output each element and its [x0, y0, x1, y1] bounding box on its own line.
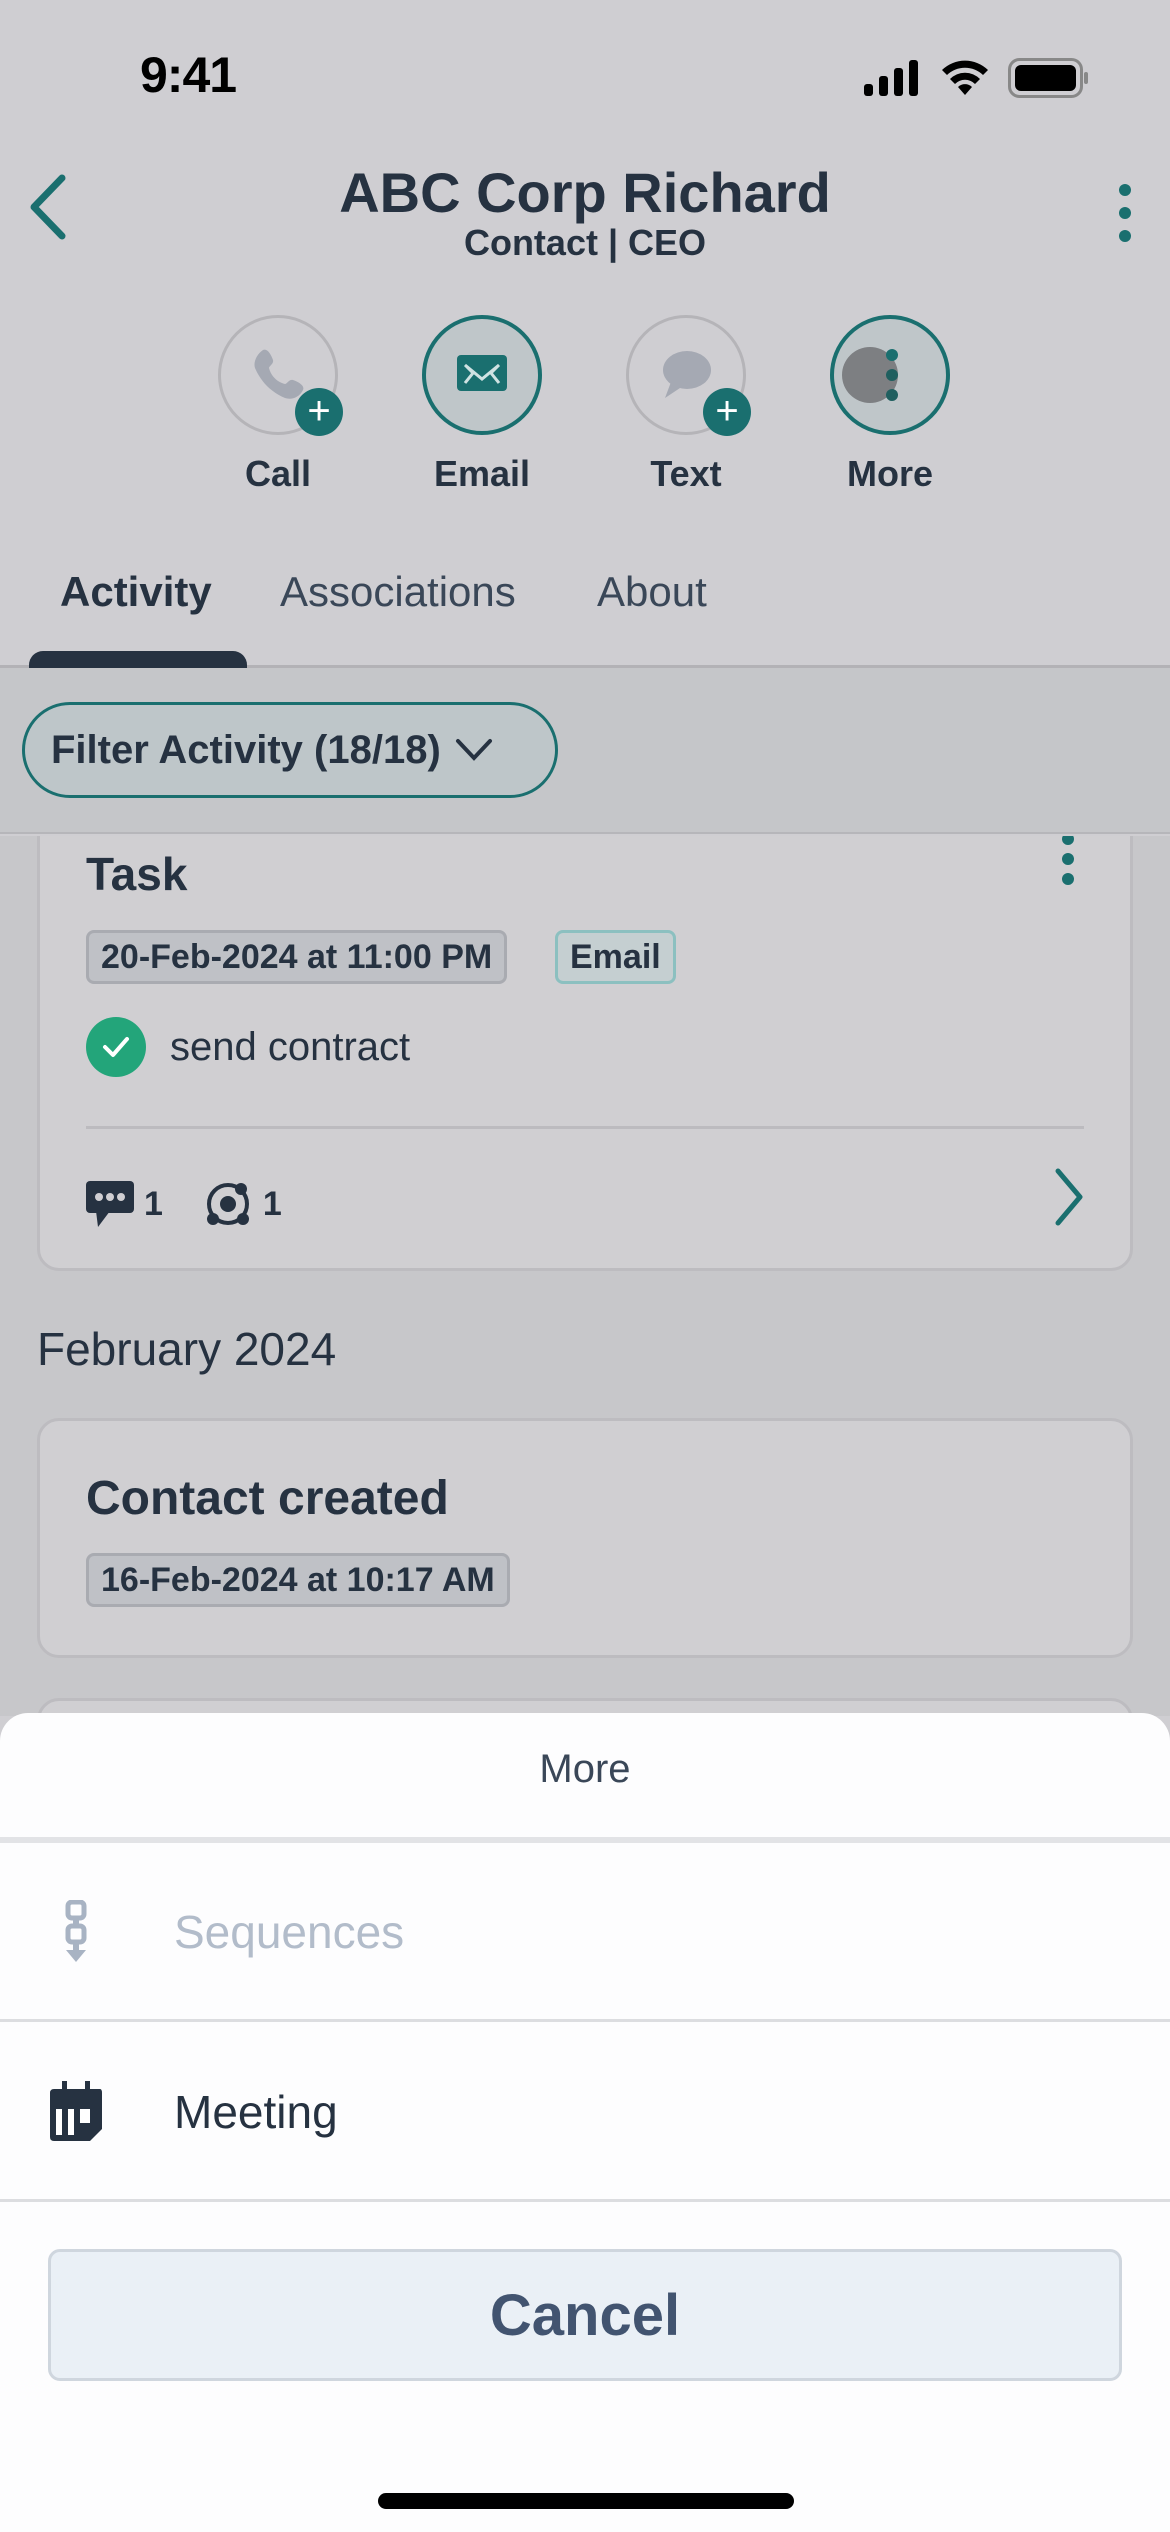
vertical-dots-icon [1119, 184, 1131, 242]
calendar-icon [46, 2081, 106, 2143]
call-action-label: Call [244, 453, 312, 494]
meeting-label: Meeting [174, 2086, 338, 2138]
tab-activity[interactable]: Activity [60, 568, 212, 616]
wifi-icon [942, 60, 988, 95]
status-time: 9:41 [140, 47, 237, 103]
filter-activity-label: Filter Activity (18/18) [51, 727, 441, 772]
month-section-header: February 2024 [37, 1323, 337, 1375]
task-card-counts: 1 1 [86, 1179, 282, 1229]
sheet-item-sequences[interactable]: Sequences [0, 1843, 1170, 2021]
contact-created-date-chip: 16-Feb-2024 at 10:17 AM [86, 1553, 510, 1607]
task-activity-card[interactable]: Task 20-Feb-2024 at 11:00 PM Email send … [37, 836, 1133, 1271]
filter-activity-button[interactable]: Filter Activity (18/18) [22, 702, 558, 798]
task-item: send contract [86, 1017, 410, 1077]
contact-created-title: Contact created [86, 1472, 449, 1525]
chat-bubble-icon [663, 351, 711, 398]
task-text: send contract [170, 1024, 411, 1069]
more-action-button[interactable]: More [810, 315, 970, 495]
vertical-dots-icon [1062, 836, 1074, 885]
chevron-down-icon [455, 739, 492, 761]
more-actions-sheet: More Sequences Meeting Cancel [0, 1713, 1170, 2532]
card-divider [86, 1126, 1084, 1129]
activity-feed[interactable]: Task 20-Feb-2024 at 11:00 PM Email send … [0, 836, 1170, 1716]
sequences-label: Sequences [174, 1906, 405, 1958]
filter-bar: Filter Activity (18/18) [0, 668, 1170, 834]
checkmark-icon [103, 1037, 129, 1057]
add-plus-icon: + [703, 388, 751, 436]
call-action-circle: + [218, 315, 343, 436]
email-action-button[interactable]: Email [402, 315, 562, 495]
comment-icon [86, 1181, 134, 1227]
sheet-title: More [539, 1747, 631, 1791]
record-header: ABC Corp Richard Contact | CEO [0, 150, 1170, 300]
battery-icon [1008, 58, 1088, 98]
quick-actions: + Call Email + Text More [0, 315, 1170, 505]
status-icons [864, 58, 1090, 98]
email-action-circle [422, 315, 542, 435]
comments-count: 1 [144, 1184, 163, 1223]
sheet-divider [0, 2019, 1170, 2022]
associations-count: 1 [262, 1184, 282, 1223]
email-action-label: Email [433, 453, 531, 494]
task-due-date-chip: 20-Feb-2024 at 11:00 PM [86, 930, 508, 984]
page-subtitle: Contact | CEO [463, 222, 707, 263]
status-bar: 9:41 [0, 0, 1170, 150]
sheet-item-meeting[interactable]: Meeting [0, 2023, 1170, 2201]
more-icon [842, 347, 898, 403]
home-indicator[interactable] [378, 2493, 794, 2509]
chevron-right-icon [1055, 1168, 1083, 1226]
record-tabs: Activity Associations About [0, 540, 1170, 668]
active-tab-indicator [29, 651, 247, 668]
cellular-signal-icon [864, 60, 918, 96]
task-card-title: Task [86, 848, 188, 900]
add-plus-icon: + [295, 388, 343, 436]
page-title: ABC Corp Richard [339, 161, 831, 224]
task-card-options-button[interactable] [1058, 836, 1078, 889]
more-action-label: More [846, 453, 933, 494]
task-type-chip: Email [555, 930, 676, 984]
header-more-options-button[interactable] [1110, 178, 1140, 248]
open-task-button[interactable] [1054, 1167, 1084, 1227]
phone-icon [254, 349, 304, 399]
tab-associations[interactable]: Associations [280, 568, 516, 616]
sheet-divider [0, 2199, 1170, 2202]
tab-about[interactable]: About [597, 568, 707, 616]
more-action-circle [830, 315, 950, 435]
associations-icon [206, 1183, 249, 1225]
sequences-icon [46, 1900, 106, 1964]
text-action-label: Text [650, 453, 722, 494]
text-action-circle: + [626, 315, 751, 436]
task-completed-checkbox[interactable] [86, 1017, 146, 1077]
text-action-button[interactable]: + Text [606, 315, 766, 495]
mail-icon [457, 355, 507, 391]
call-action-button[interactable]: + Call [198, 315, 358, 495]
cancel-button[interactable]: Cancel [48, 2249, 1122, 2381]
contact-created-card[interactable]: Contact created 16-Feb-2024 at 10:17 AM [37, 1418, 1133, 1658]
